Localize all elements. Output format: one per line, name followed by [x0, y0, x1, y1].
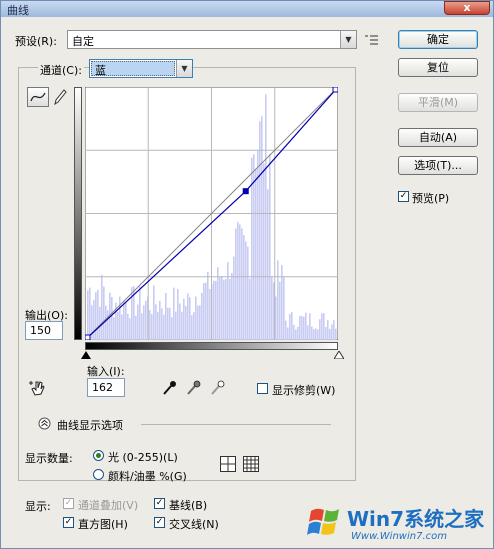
detailed-grid-icon[interactable]	[243, 456, 259, 472]
intersection-checkbox[interactable]: ✓	[154, 517, 165, 528]
output-gradient-bar	[74, 87, 82, 340]
input-label: 输入(I):	[87, 365, 125, 378]
watermark-title: Win7系统之家	[347, 507, 485, 531]
light-radio-label: 光 (0-255)(L)	[108, 451, 178, 464]
pigment-radio-label: 颜料/油墨 %(G)	[108, 470, 187, 483]
preview-checkbox[interactable]: ✓	[398, 191, 409, 202]
output-field[interactable]: 150	[25, 321, 63, 340]
curves-graph[interactable]	[85, 87, 338, 340]
reset-button[interactable]: 复位	[398, 58, 478, 77]
baseline-label: 基线(B)	[169, 499, 208, 512]
channel-overlays-checkbox[interactable]: ✓	[63, 498, 74, 509]
curve-display-options-label: 曲线显示选项	[57, 419, 123, 432]
curve-tool-icon	[30, 92, 46, 102]
ok-button[interactable]: 确定	[398, 30, 478, 49]
black-eyedropper-icon[interactable]	[161, 380, 177, 396]
curve-control-point[interactable]	[242, 188, 249, 195]
channel-overlays-label: 通道叠加(V)	[78, 499, 139, 512]
black-point-slider[interactable]	[81, 351, 91, 359]
curve-control-point[interactable]	[85, 334, 91, 340]
simple-grid-icon[interactable]	[220, 456, 236, 472]
pencil-icon[interactable]	[53, 88, 67, 106]
curve-control-point[interactable]	[332, 87, 338, 93]
smooth-button[interactable]: 平滑(M)	[398, 93, 478, 112]
baseline-checkbox[interactable]: ✓	[154, 498, 165, 509]
curves-dialog: 曲线 x 预设(R): 自定 ▼ 确定 复位 平滑(M) 自动(A) 选项(T)…	[0, 0, 494, 549]
divider	[141, 424, 331, 425]
input-field[interactable]: 162	[87, 378, 125, 397]
watermark: Win7系统之家 Www.Winwin7.com	[301, 493, 493, 548]
histogram-checkbox[interactable]: ✓	[63, 517, 74, 528]
collapse-icon[interactable]	[38, 417, 51, 430]
histogram-label: 直方图(H)	[78, 518, 128, 531]
gray-eyedropper-icon[interactable]	[185, 380, 201, 396]
preset-label: 预设(R):	[15, 35, 57, 48]
curve-edit-tool[interactable]	[27, 87, 49, 107]
channel-dropdown[interactable]: 蓝 ▼	[89, 59, 193, 78]
light-radio[interactable]	[93, 450, 104, 461]
close-button[interactable]: x	[444, 1, 490, 15]
windows-logo-icon	[307, 508, 339, 535]
show-clipping-checkbox[interactable]	[257, 383, 268, 394]
show-amount-label: 显示数量:	[25, 452, 73, 465]
show-clipping-label: 显示修剪(W)	[272, 384, 336, 397]
white-point-slider[interactable]	[334, 351, 344, 359]
options-button[interactable]: 选项(T)...	[398, 156, 478, 175]
preset-dropdown[interactable]: 自定 ▼	[67, 30, 357, 49]
title-bar: 曲线 x	[1, 1, 493, 17]
preset-menu-icon[interactable]	[365, 34, 379, 46]
watermark-url: Www.Winwin7.com	[351, 531, 447, 542]
chevron-down-icon[interactable]: ▼	[340, 31, 356, 48]
intersection-label: 交叉线(N)	[169, 518, 219, 531]
show-label: 显示:	[25, 500, 51, 513]
pigment-radio[interactable]	[93, 469, 104, 480]
channel-label: 通道(C):	[38, 62, 84, 78]
input-gradient-bar	[85, 342, 338, 350]
auto-button[interactable]: 自动(A)	[398, 128, 478, 147]
white-eyedropper-icon[interactable]	[209, 380, 225, 396]
hand-adjust-icon[interactable]	[29, 379, 47, 397]
channel-value: 蓝	[91, 61, 175, 77]
preset-value: 自定	[72, 35, 94, 48]
preview-label: 预览(P)	[412, 192, 450, 205]
chevron-down-icon[interactable]: ▼	[176, 60, 192, 77]
window-title: 曲线	[7, 4, 29, 17]
